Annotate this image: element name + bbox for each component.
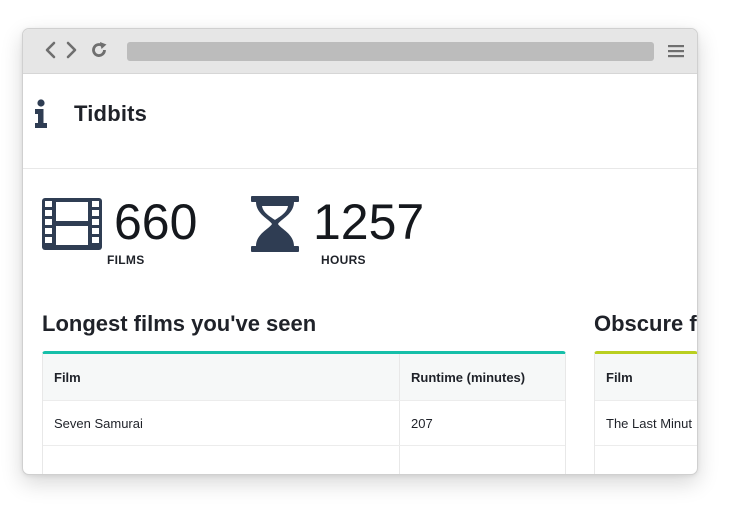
- app-title: Tidbits: [74, 101, 148, 126]
- longest-films-table: Film Runtime (minutes) Seven Samurai 207: [42, 351, 566, 474]
- film-title-cell: The Last Minut: [606, 415, 692, 431]
- films-label: FILMS: [107, 253, 145, 267]
- column-header-film[interactable]: Film: [595, 354, 697, 400]
- back-icon[interactable]: [43, 40, 61, 60]
- hourglass-icon: [251, 196, 299, 257]
- obscure-films-table: Film The Last Minut: [594, 351, 697, 474]
- table-row[interactable]: The Last Minut: [595, 401, 697, 446]
- films-count: 660: [114, 194, 198, 250]
- table-header-row: Film: [595, 354, 697, 401]
- page-content: Tidbits 660 FILMS 1257 HOURS Longest fil…: [23, 74, 697, 474]
- app-header: Tidbits: [23, 74, 697, 169]
- table-row[interactable]: [595, 446, 697, 474]
- column-header-film[interactable]: Film: [43, 354, 399, 400]
- longest-films-title: Longest films you've seen: [42, 311, 317, 336]
- column-header-runtime[interactable]: Runtime (minutes): [399, 354, 565, 400]
- hours-label: HOURS: [321, 253, 366, 267]
- address-bar[interactable]: [127, 42, 654, 61]
- browser-window: Tidbits 660 FILMS 1257 HOURS Longest fil…: [22, 28, 698, 475]
- film-title-cell: Seven Samurai: [54, 415, 143, 431]
- runtime-cell: [399, 446, 565, 474]
- menu-icon[interactable]: [668, 44, 684, 58]
- table-header-row: Film Runtime (minutes): [43, 354, 565, 401]
- table-row[interactable]: Seven Samurai 207: [43, 401, 565, 446]
- info-icon: [34, 99, 48, 129]
- runtime-cell: 207: [399, 401, 565, 445]
- table-row[interactable]: [43, 446, 565, 474]
- browser-toolbar: [23, 29, 697, 74]
- obscure-films-title: Obscure f: [594, 311, 697, 336]
- hours-count: 1257: [313, 194, 425, 250]
- reload-icon[interactable]: [89, 40, 107, 60]
- film-strip-icon: [42, 198, 102, 255]
- film-title-cell: [43, 446, 399, 474]
- forward-icon[interactable]: [65, 40, 83, 60]
